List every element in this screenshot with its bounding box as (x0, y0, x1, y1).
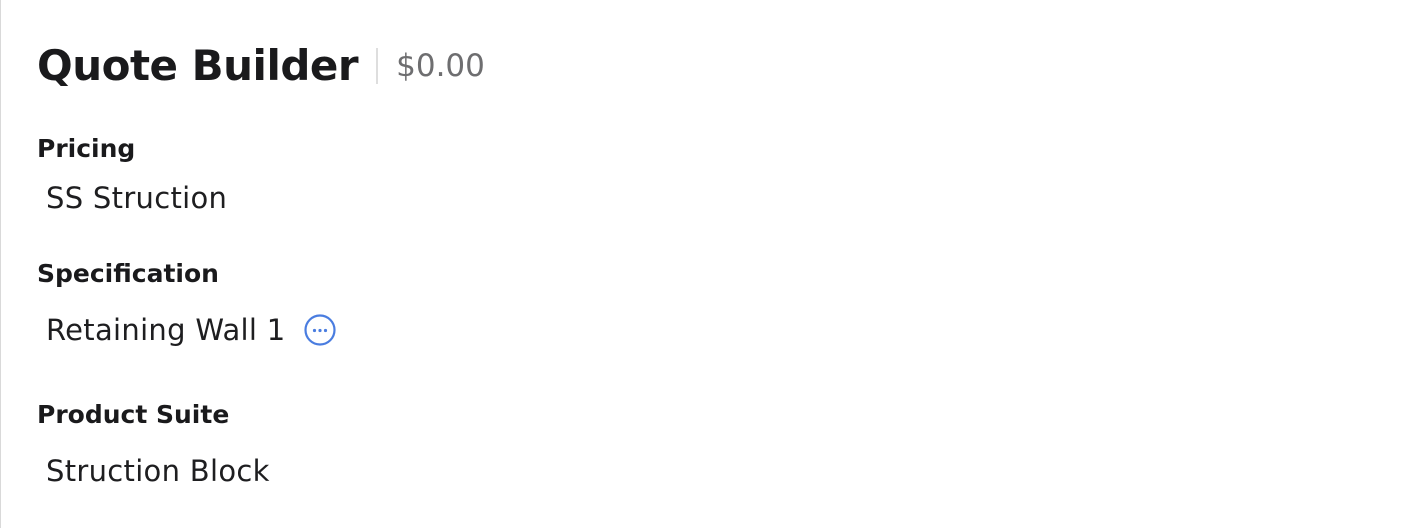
more-options-icon[interactable] (303, 314, 336, 346)
specification-value-text: Retaining Wall 1 (46, 313, 286, 347)
quote-builder-panel: Quote Builder $0.00 Pricing SS Struction… (37, 0, 1377, 528)
quote-total: $0.00 (396, 48, 485, 84)
specification-value: Retaining Wall 1 (46, 312, 336, 348)
title-divider (376, 48, 379, 84)
panel-left-border (0, 0, 1, 528)
pricing-value-text: SS Struction (46, 181, 228, 215)
pricing-label: Pricing (37, 134, 136, 163)
product-suite-value-text: Struction Block (46, 454, 270, 488)
product-suite-value: Struction Block (46, 453, 270, 489)
specification-label: Specification (37, 259, 219, 288)
product-suite-label: Product Suite (37, 400, 230, 429)
pricing-value: SS Struction (46, 180, 227, 216)
panel-header: Quote Builder $0.00 (37, 40, 485, 92)
page-title: Quote Builder (37, 41, 359, 90)
